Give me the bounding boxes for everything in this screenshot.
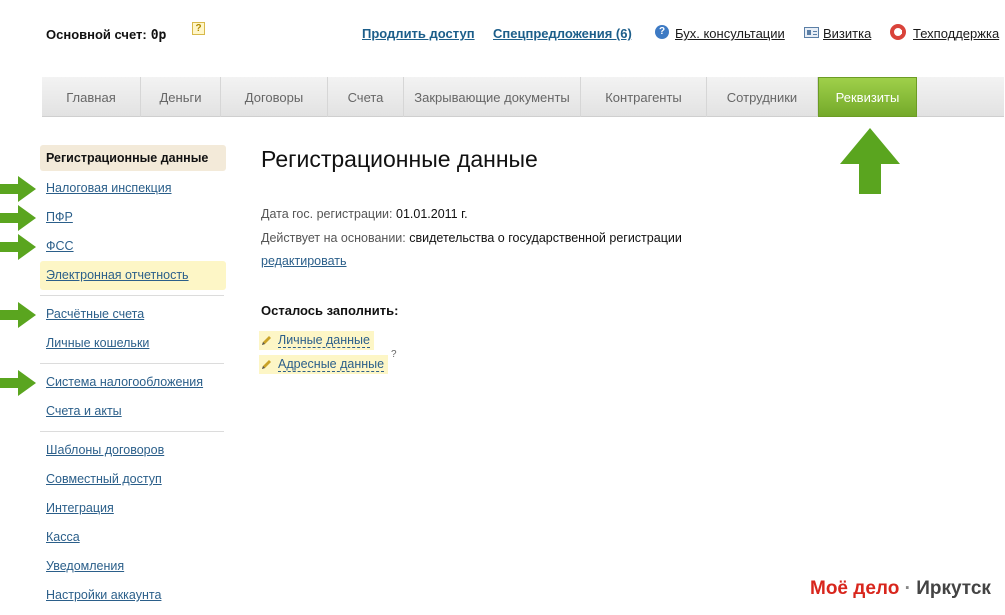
sidebar-item-label: Интеграция	[46, 501, 114, 515]
tab-employees[interactable]: Сотрудники	[707, 77, 818, 117]
extend-access-link[interactable]: Продлить доступ	[362, 26, 475, 41]
right-arrow-annotation	[0, 176, 36, 202]
reg-date-row: Дата гос. регистрации: 01.01.2011 г.	[261, 207, 468, 221]
sidebar-item-cashbox[interactable]: Касса	[40, 523, 226, 552]
sidebar-item-tax-office[interactable]: Налоговая инспекция	[40, 174, 226, 203]
lifebuoy-icon	[890, 24, 906, 40]
sidebar-divider	[40, 431, 224, 432]
business-card-link[interactable]: Визитка	[823, 26, 871, 41]
sidebar-item-registration[interactable]: Регистрационные данные	[40, 145, 226, 171]
sidebar-item-integration[interactable]: Интеграция	[40, 494, 226, 523]
sidebar-item-label: Совместный доступ	[46, 472, 162, 486]
todo-label: Адресные данные	[278, 357, 385, 372]
sidebar-item-account-settings[interactable]: Настройки аккаунта	[40, 581, 226, 610]
balance-help-icon[interactable]: ?	[192, 22, 205, 35]
main-nav: Главная Деньги Договоры Счета Закрывающи…	[42, 77, 1004, 117]
sidebar-item-label: Настройки аккаунта	[46, 588, 162, 602]
sidebar-divider	[40, 363, 224, 364]
up-arrow-annotation	[840, 128, 900, 194]
sidebar-item-e-reporting[interactable]: Электронная отчетность	[40, 261, 226, 290]
logo-brand: Моё дело	[810, 578, 900, 599]
pencil-icon	[262, 336, 271, 345]
sidebar-item-label: Личные кошельки	[46, 336, 150, 350]
special-offers-link[interactable]: Спецпредложения (6)	[493, 26, 632, 41]
tab-closing-docs[interactable]: Закрывающие документы	[404, 77, 581, 117]
basis-label: Действует на основании:	[261, 231, 406, 245]
tab-requisites[interactable]: Реквизиты	[818, 77, 917, 117]
sidebar-item-invoices-acts[interactable]: Счета и акты	[40, 397, 226, 426]
sidebar-item-wallets[interactable]: Личные кошельки	[40, 329, 226, 358]
sidebar-item-label: Шаблоны договоров	[46, 443, 165, 457]
remaining-title: Осталось заполнить:	[261, 303, 399, 318]
account-balance: Основной счет: 0р	[46, 27, 166, 43]
accounting-consult-link[interactable]: Бух. консультации	[675, 26, 785, 41]
sidebar-item-label: ФСС	[46, 239, 74, 253]
basis-row: Действует на основании: свидетельства о …	[261, 231, 682, 245]
edit-link[interactable]: редактировать	[261, 254, 347, 268]
tab-home[interactable]: Главная	[42, 77, 141, 117]
sidebar-item-pfr[interactable]: ПФР	[40, 203, 226, 232]
todo-label: Личные данные	[278, 333, 370, 348]
basis-value: свидетельства о государственной регистра…	[409, 231, 682, 245]
sidebar-item-label: Касса	[46, 530, 80, 544]
page-title: Регистрационные данные	[261, 146, 538, 172]
logo-separator: ·	[904, 578, 911, 599]
support-link[interactable]: Техподдержка	[913, 26, 999, 41]
right-arrow-annotation	[0, 205, 36, 231]
pencil-icon	[262, 360, 271, 369]
sidebar-item-label: Уведомления	[46, 559, 125, 573]
sidebar-item-notifications[interactable]: Уведомления	[40, 552, 226, 581]
brand-logo: Моё дело · Иркутск	[810, 578, 991, 600]
tab-invoices[interactable]: Счета	[328, 77, 404, 117]
sidebar-item-label: Счета и акты	[46, 404, 122, 418]
sidebar-item-label: Система налогообложения	[46, 375, 204, 389]
sidebar-item-label: Электронная отчетность	[46, 268, 189, 282]
sidebar-item-label: Регистрационные данные	[46, 151, 209, 165]
tab-contracts[interactable]: Договоры	[221, 77, 328, 117]
business-card-icon	[804, 27, 819, 38]
sidebar-divider	[40, 295, 224, 296]
reg-date-value: 01.01.2011 г.	[396, 207, 468, 221]
sidebar-item-label: Расчётные счета	[46, 307, 145, 321]
account-label: Основной счет:	[46, 27, 147, 42]
sidebar-item-tax-system[interactable]: Система налогообложения	[40, 368, 226, 397]
right-arrow-annotation	[0, 370, 36, 396]
tab-money[interactable]: Деньги	[141, 77, 221, 117]
address-help-icon[interactable]: ?	[391, 349, 397, 360]
right-arrow-annotation	[0, 302, 36, 328]
account-balance-value: 0р	[150, 28, 167, 43]
right-arrow-annotation	[0, 234, 36, 260]
sidebar: Регистрационные данные Налоговая инспекц…	[40, 145, 226, 610]
sidebar-item-label: ПФР	[46, 210, 73, 224]
sidebar-item-bank-accounts[interactable]: Расчётные счета	[40, 300, 226, 329]
sidebar-item-shared-access[interactable]: Совместный доступ	[40, 465, 226, 494]
todo-personal-data[interactable]: Личные данные	[259, 331, 374, 350]
tab-counterparties[interactable]: Контрагенты	[581, 77, 707, 117]
question-circle-icon: ?	[655, 25, 669, 39]
logo-city: Иркутск	[916, 578, 991, 599]
todo-address-data[interactable]: Адресные данные	[259, 355, 389, 374]
sidebar-item-contract-templates[interactable]: Шаблоны договоров	[40, 436, 226, 465]
reg-date-label: Дата гос. регистрации:	[261, 207, 393, 221]
sidebar-item-label: Налоговая инспекция	[46, 181, 172, 195]
sidebar-item-fss[interactable]: ФСС	[40, 232, 226, 261]
